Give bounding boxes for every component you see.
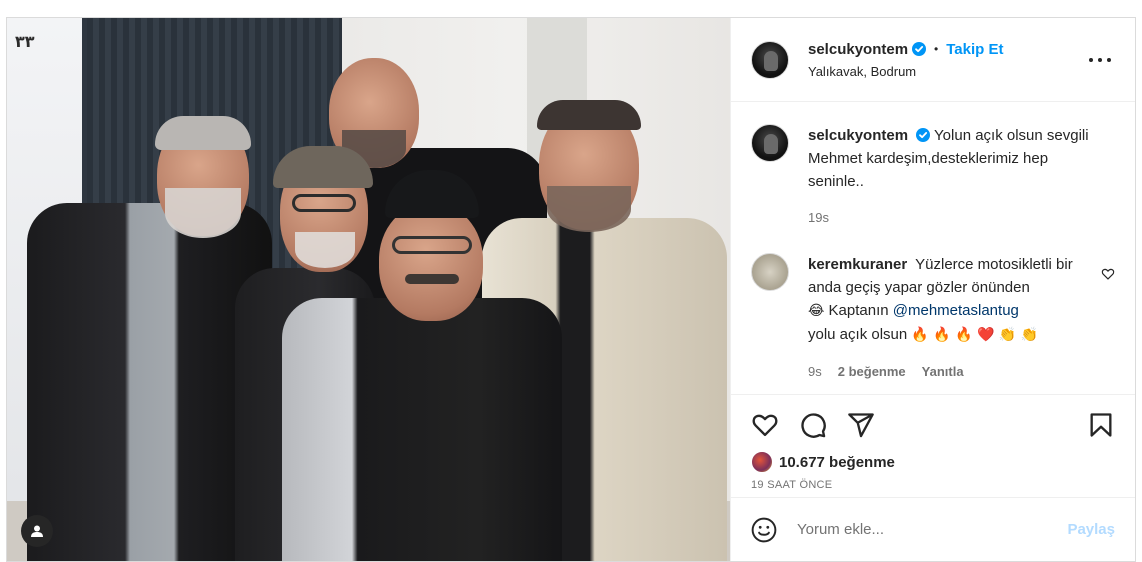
share-icon[interactable] bbox=[847, 411, 875, 439]
comment-username[interactable]: keremkuraner bbox=[808, 256, 907, 273]
list-item: keremkuraner Yüzlerce motosikletli bir a… bbox=[751, 253, 1115, 383]
verified-icon bbox=[916, 128, 931, 142]
post-location[interactable]: Yalıkavak, Bodrum bbox=[808, 64, 1003, 79]
comments-list: selcukyontem Yolun açık olsun sevgili Meh… bbox=[731, 102, 1135, 394]
post-comment-button[interactable]: Paylaş bbox=[1067, 521, 1115, 538]
comment-text-3: yolu açık olsun bbox=[808, 326, 912, 343]
add-comment-bar: Yorum ekle... Paylaş bbox=[731, 497, 1135, 561]
post-photo[interactable]: ۳۳ bbox=[7, 18, 730, 561]
more-options-button[interactable] bbox=[1089, 49, 1111, 71]
heart-icon[interactable] bbox=[751, 411, 779, 439]
author-username[interactable]: selcukyontem bbox=[808, 41, 908, 58]
comment-meta: 9s 2 beğenme Yanıtla bbox=[808, 360, 1080, 383]
post-time[interactable]: 19 SAAT ÖNCE bbox=[751, 479, 832, 491]
laughing-emoji: 😂 bbox=[808, 303, 825, 319]
photo-watermark: ۳۳ bbox=[15, 32, 35, 51]
comment-mention[interactable]: @mehmetaslantug bbox=[893, 302, 1019, 319]
comment-likes[interactable]: 2 beğenme bbox=[838, 360, 906, 383]
caption-username[interactable]: selcukyontem bbox=[808, 127, 908, 144]
user-tag-button[interactable] bbox=[21, 515, 53, 547]
post-card: ۳۳ selcukyontem • Takip Et Yalıkavak, Bo… bbox=[6, 17, 1136, 562]
comment-like-icon[interactable] bbox=[1101, 267, 1115, 281]
post-header: selcukyontem • Takip Et Yalıkavak, Bodru… bbox=[731, 18, 1135, 102]
comment-icon[interactable] bbox=[799, 411, 827, 439]
comment-text-2: Kaptanın bbox=[824, 302, 893, 319]
likes-row[interactable]: 10.677 beğenme bbox=[751, 451, 895, 473]
likes-count[interactable]: 10.677 beğenme bbox=[779, 454, 895, 471]
caption-avatar[interactable] bbox=[751, 124, 789, 162]
reply-button[interactable]: Yanıtla bbox=[922, 360, 964, 383]
comment-input[interactable]: Yorum ekle... bbox=[797, 521, 1067, 538]
liker-avatar bbox=[751, 451, 773, 473]
emoji-icon[interactable] bbox=[751, 517, 777, 543]
caption-meta: 19s bbox=[808, 206, 1098, 229]
verified-icon bbox=[912, 42, 927, 56]
post-actions: 10.677 beğenme 19 SAAT ÖNCE Yorum ekle..… bbox=[731, 394, 1135, 561]
caption: selcukyontem Yolun açık olsun sevgili Meh… bbox=[751, 124, 1115, 229]
more-icon bbox=[1089, 58, 1093, 62]
user-tag-icon bbox=[31, 525, 43, 537]
header-separator: • bbox=[934, 42, 939, 56]
bookmark-icon[interactable] bbox=[1087, 411, 1115, 439]
post-sidebar: selcukyontem • Takip Et Yalıkavak, Bodru… bbox=[730, 18, 1135, 561]
comment-time[interactable]: 9s bbox=[808, 360, 822, 383]
follow-button[interactable]: Takip Et bbox=[946, 41, 1003, 58]
author-avatar[interactable] bbox=[751, 40, 789, 79]
comment-emojis: 🔥 🔥 🔥 ❤️ 👏 👏 bbox=[911, 327, 1039, 343]
commenter-avatar[interactable] bbox=[751, 253, 789, 291]
caption-time[interactable]: 19s bbox=[808, 206, 829, 229]
